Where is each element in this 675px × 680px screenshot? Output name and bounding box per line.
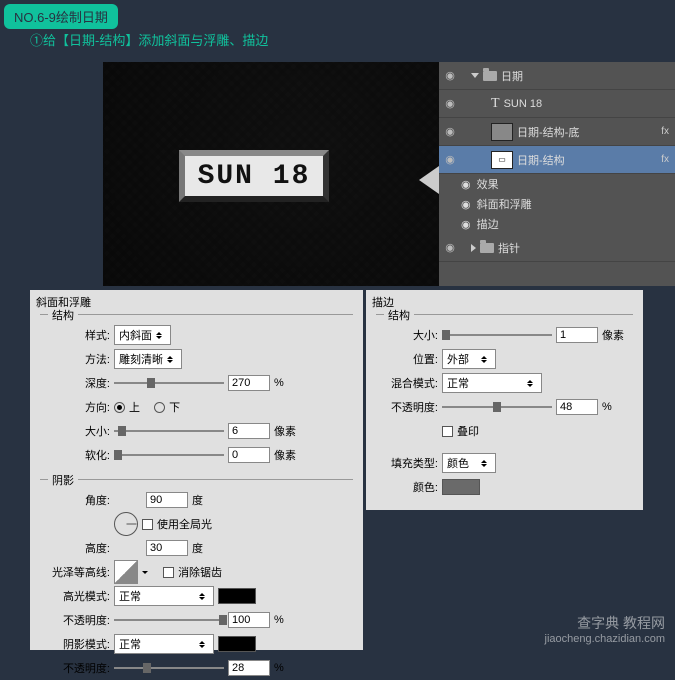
highlight-opacity-slider[interactable] [114,619,224,621]
size-input[interactable]: 6 [228,423,270,439]
shadow-opacity-slider[interactable] [114,667,224,669]
shadow-opacity-input[interactable]: 28 [228,660,270,676]
eye-icon[interactable]: ◉ [461,198,471,211]
antialias-check[interactable] [163,567,174,578]
highlight-opacity-input[interactable]: 100 [228,612,270,628]
layer-label: SUN 18 [504,98,543,110]
depth-input[interactable]: 270 [228,375,270,391]
chevron-right-icon[interactable] [471,244,476,252]
overprint-check[interactable] [442,426,453,437]
folder-icon [483,71,497,81]
fx-badge[interactable]: fx [661,154,669,165]
layer-thumb: ▭ [491,151,513,169]
arrow-marker [419,166,439,194]
style-select[interactable]: 内斜面 [114,325,171,345]
group-label: 结构 [48,307,78,323]
position-select[interactable]: 外部 [442,349,496,369]
blend-select[interactable]: 正常 [442,373,542,393]
layer-label: 指针 [498,240,520,256]
global-light-check[interactable] [142,519,153,530]
layer-struct-bottom[interactable]: ◉ 日期-结构-底 fx [439,118,675,146]
preview-image: SUN 18 [103,62,439,286]
eye-icon[interactable]: ◉ [439,97,461,110]
eye-icon[interactable]: ◉ [461,178,471,191]
layer-label: 日期-结构-底 [517,124,579,140]
highlight-color-swatch[interactable] [218,588,256,604]
text-layer-icon: T [491,96,500,112]
direction-down-radio[interactable] [154,402,165,413]
folder-icon [480,243,494,253]
watermark: 查字典 教程网 jiaocheng.chazidian.com [545,613,665,645]
stroke-opacity-input[interactable]: 48 [556,399,598,415]
eye-icon[interactable]: ◉ [439,153,461,166]
altitude-input[interactable]: 30 [146,540,188,556]
layer-label: 日期-结构 [517,152,565,168]
fill-type-select[interactable]: 颜色 [442,453,496,473]
bevel-title: 斜面和浮雕 [30,290,363,314]
layer-group-pointer[interactable]: ◉ 指针 [439,234,675,262]
eye-icon[interactable]: ◉ [439,241,461,254]
layers-panel: ◉ 日期 ◉ T SUN 18 ◉ 日期-结构-底 fx ◉ ▭ 日期-结构 f… [439,62,675,286]
layer-thumb [491,123,513,141]
gloss-contour[interactable] [114,560,138,584]
chevron-down-icon[interactable] [471,73,479,78]
fx-header[interactable]: ◉效果 [439,174,675,194]
layer-text[interactable]: ◉ T SUN 18 [439,90,675,118]
title-badge: NO.6-9绘制日期 [4,4,118,29]
size-slider[interactable] [114,430,224,432]
depth-slider[interactable] [114,382,224,384]
stroke-opacity-slider[interactable] [442,406,552,408]
highlight-mode-select[interactable]: 正常 [114,586,214,606]
shadow-color-swatch[interactable] [218,636,256,652]
stroke-panel: 描边 结构 大小:1像素 位置:外部 混合模式:正常 不透明度:48% 叠印 填… [366,290,643,510]
direction-up-radio[interactable] [114,402,125,413]
fx-badge[interactable]: fx [661,126,669,137]
angle-input[interactable]: 90 [146,492,188,508]
layer-group-date[interactable]: ◉ 日期 [439,62,675,90]
shadow-mode-select[interactable]: 正常 [114,634,214,654]
layer-label: 日期 [501,68,523,84]
soften-input[interactable]: 0 [228,447,270,463]
subtitle: ①给【日期-结构】添加斜面与浮雕、描边 [30,30,268,49]
bevel-panel: 斜面和浮雕 结构 样式:内斜面 方法:雕刻清晰 深度:270% 方向:上 下 大… [30,290,363,650]
group-label: 阴影 [48,472,78,488]
angle-wheel[interactable] [114,512,138,536]
date-display: SUN 18 [179,150,329,202]
soften-slider[interactable] [114,454,224,456]
stroke-size-slider[interactable] [442,334,552,336]
technique-select[interactable]: 雕刻清晰 [114,349,182,369]
stroke-size-input[interactable]: 1 [556,327,598,343]
stroke-color-swatch[interactable] [442,479,480,495]
eye-icon[interactable]: ◉ [439,125,461,138]
fx-bevel[interactable]: ◉斜面和浮雕 [439,194,675,214]
fx-stroke[interactable]: ◉描边 [439,214,675,234]
eye-icon[interactable]: ◉ [461,218,471,231]
group-label: 结构 [384,307,414,323]
eye-icon[interactable]: ◉ [439,69,461,82]
layer-struct[interactable]: ◉ ▭ 日期-结构 fx [439,146,675,174]
